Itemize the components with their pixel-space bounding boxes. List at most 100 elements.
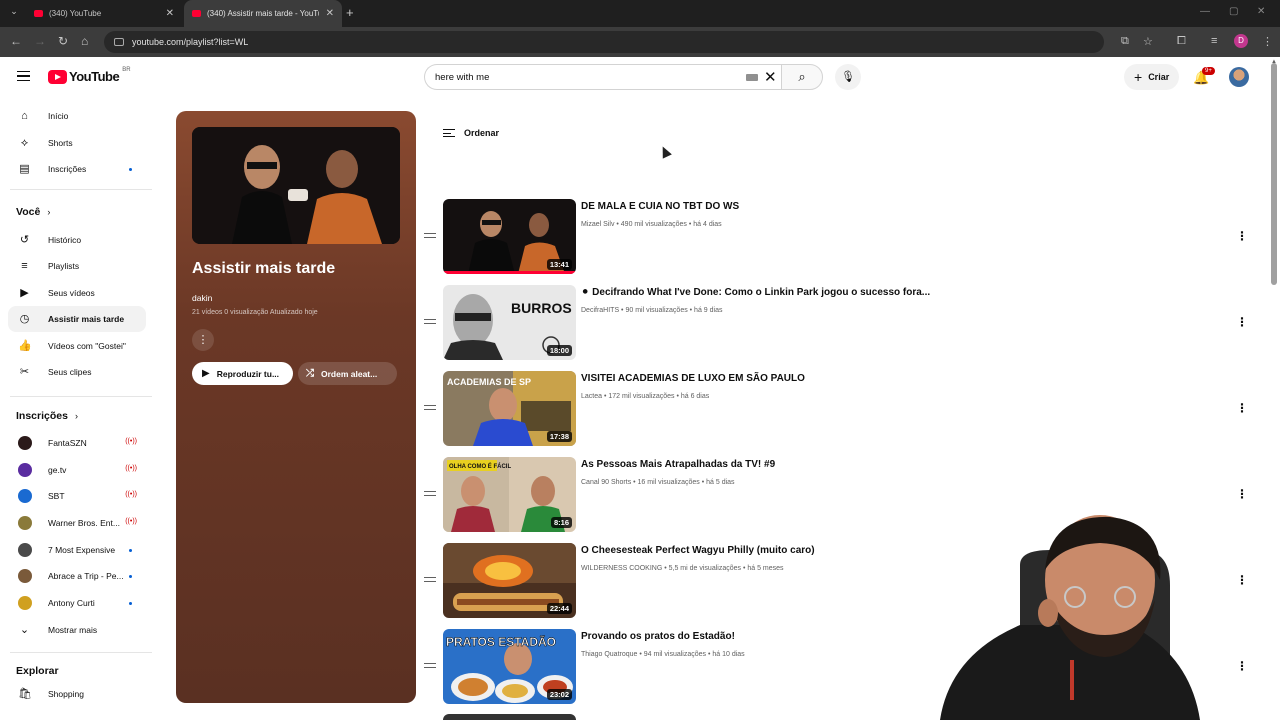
shuffle-button[interactable]: ⤮ Ordem aleat... [298,362,397,385]
video-menu-icon[interactable]: ⋮ [1236,315,1248,329]
channel-avatar [18,463,32,477]
drag-handle-icon[interactable] [424,233,436,238]
sidebar-item-your-videos[interactable]: ▶ Seus vídeos [8,280,146,306]
drag-handle-icon[interactable] [424,577,436,582]
home-browser-icon[interactable]: ⌂ [81,34,88,48]
video-thumbnail[interactable]: PRATOS ESTADÃO 23:02 [443,629,576,704]
show-more-button[interactable]: ⌄ Mostrar mais [8,617,146,643]
video-thumbnail[interactable]: BURROS ou GÊNIOS? 18:00 [443,285,576,360]
you-section-header[interactable]: Você › [16,206,50,218]
drag-handle-icon[interactable] [424,319,436,324]
youtube-logo[interactable]: YouTube BR [48,67,131,84]
playlist-cover-thumbnail[interactable] [192,127,400,244]
tab-close-icon[interactable]: ✕ [166,8,174,19]
browser-tab-active[interactable]: (340) Assistir mais tarde - YouTu ✕ [184,0,342,27]
sidebar-item-channel[interactable]: Abrace a Trip - Pe... [8,563,146,589]
video-title[interactable]: O Cheesesteak Perfect Wagyu Philly (muit… [581,545,815,556]
video-thumbnail[interactable]: 13:41 [443,199,576,274]
video-title[interactable]: Provando os pratos do Estadão! [581,631,735,642]
video-title[interactable]: VISITEI ACADEMIAS DE LUXO EM SÃO PAULO [581,373,805,384]
clear-search-icon[interactable]: ✕ [764,68,777,86]
playlist-video-row[interactable]: ACADEMIAS DE SP 17:38 VISITEI ACADEMIAS … [420,371,1260,451]
video-meta: WILDERNESS COOKING • 5,5 mi de visualiza… [581,565,784,572]
video-menu-icon[interactable]: ⋮ [1236,659,1248,673]
plus-icon: + [1134,69,1143,85]
cast-icon[interactable]: ⧉ [1121,35,1129,48]
browser-profile-avatar[interactable]: D [1234,34,1248,48]
video-title[interactable]: ⚫ Decifrando What I've Done: Como o Link… [581,287,930,298]
keyboard-icon[interactable] [746,74,758,81]
voice-search-button[interactable]: 🎙 [835,64,861,90]
sidebar-item-history[interactable]: ↺ Histórico [8,227,146,253]
bookmark-star-icon[interactable]: ☆ [1143,35,1153,48]
create-button[interactable]: + Criar [1124,64,1180,90]
drag-handle-icon[interactable] [424,405,436,410]
sidebar-item-watch-later[interactable]: ◷ Assistir mais tarde [8,306,146,332]
search-button[interactable]: ⌕ [781,64,823,90]
video-title[interactable]: DE MALA E CUIA NO TBT DO WS [581,201,739,212]
playlist-video-row[interactable]: 13:41 DE MALA E CUIA NO TBT DO WS Mizael… [420,199,1260,279]
video-menu-icon[interactable]: ⋮ [1236,229,1248,243]
reload-icon[interactable]: ↻ [58,34,68,48]
watch-progress-bar [443,271,576,274]
sidebar-item-clips[interactable]: ✂ Seus clipes [8,359,146,385]
sidebar-item-channel[interactable]: Antony Curti [8,590,146,616]
video-menu-icon[interactable]: ⋮ [1236,573,1248,587]
search-input[interactable]: here with me ✕ [424,64,781,90]
sidebar-item-home[interactable]: ⌂ Início [8,103,146,129]
sidebar-item-label: Seus vídeos [48,288,95,298]
minimize-icon[interactable]: — [1200,6,1210,17]
drag-handle-icon[interactable] [424,663,436,668]
notifications-badge: 9+ [1202,67,1215,75]
browser-menu-icon[interactable]: ⋮ [1262,35,1273,48]
sidebar-item-channel[interactable]: FantaSZN ((•)) [8,430,146,456]
channel-avatar [18,596,32,610]
live-indicator-icon: ((•)) [125,491,137,498]
video-title[interactable]: As Pessoas Mais Atrapalhadas da TV! #9 [581,459,775,470]
tab-search-chevron-icon[interactable]: ⌄ [6,6,22,22]
new-tab-button[interactable]: + [346,5,354,20]
playlist-stats: 21 vídeos 0 visualização Atualizado hoje [192,309,318,316]
sort-button[interactable]: Ordenar [443,128,499,138]
address-bar[interactable]: youtube.com/playlist?list=WL [104,31,1104,53]
next-video-thumbnail-partial[interactable] [443,714,576,720]
live-indicator-icon: ((•)) [125,518,137,525]
subscriptions-section-header[interactable]: Inscrições › [16,410,78,422]
playlist-video-row[interactable]: BURROS ou GÊNIOS? 18:00 ⚫ Decifrando Wha… [420,285,1260,365]
video-thumbnail[interactable]: OLHA COMO É FÁCIL 8:16 [443,457,576,532]
sidebar-item-subscriptions[interactable]: ▤ Inscrições [8,156,146,182]
forward-icon[interactable]: → [34,34,46,48]
maximize-icon[interactable]: ▢ [1229,6,1238,17]
sidebar-item-channel[interactable]: 7 Most Expensive [8,537,146,563]
live-indicator-icon: ((•)) [125,465,137,472]
page-scrollbar[interactable] [1271,63,1277,285]
sidebar-item-playlists[interactable]: ≡ Playlists [8,253,146,279]
browser-tab[interactable]: (340) YouTube ✕ [26,0,182,27]
site-info-icon[interactable] [114,38,124,46]
video-menu-icon[interactable]: ⋮ [1236,401,1248,415]
sidebar-item-label: Início [48,111,69,121]
video-thumbnail[interactable]: 22:44 [443,543,576,618]
menu-icon[interactable] [17,71,30,81]
chevron-down-icon: ⌄ [19,623,30,636]
playlist-owner[interactable]: dakin [192,293,212,303]
back-icon[interactable]: ← [10,34,22,48]
media-icon[interactable]: ≡ [1211,35,1217,47]
sidebar-item-liked-videos[interactable]: 👍 Vídeos com "Gostei" [8,333,146,359]
video-menu-icon[interactable]: ⋮ [1236,487,1248,501]
thumbnail-text: ACADEMIAS DE SP [447,377,531,387]
window-close-icon[interactable]: ✕ [1257,6,1265,17]
playlist-more-button[interactable]: ⋮ [192,329,214,351]
video-thumbnail[interactable]: ACADEMIAS DE SP 17:38 [443,371,576,446]
sidebar-item-shopping[interactable]: 🛍 Shopping [8,681,146,707]
drag-handle-icon[interactable] [424,491,436,496]
sidebar-item-shorts[interactable]: ⟡ Shorts [8,130,146,156]
new-content-dot [129,575,132,578]
sidebar-item-channel[interactable]: ge.tv ((•)) [8,457,146,483]
tab-close-icon[interactable]: ✕ [326,8,334,19]
extensions-icon[interactable]: ⧠ [1177,35,1186,48]
sidebar-item-channel[interactable]: SBT ((•)) [8,483,146,509]
account-avatar[interactable] [1229,67,1249,87]
play-all-button[interactable]: ▶ Reproduzir tu... [192,362,293,385]
sidebar-item-channel[interactable]: Warner Bros. Ent... ((•)) [8,510,146,536]
